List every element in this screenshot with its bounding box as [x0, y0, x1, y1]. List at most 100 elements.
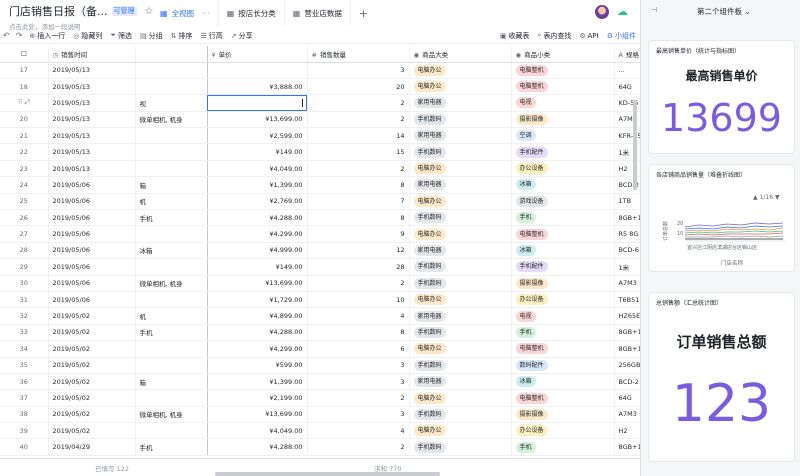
cell-quantity[interactable]: 6	[307, 340, 410, 358]
cell-quantity[interactable]: 3	[307, 373, 410, 391]
cell-subcategory[interactable]: 电视	[511, 307, 615, 325]
cell-product-name[interactable]	[135, 389, 208, 407]
cell-subcategory[interactable]: 空调	[511, 127, 615, 145]
cell-date[interactable]: 2019/05/13	[48, 160, 136, 178]
cell-subcategory[interactable]: 冰箱	[511, 176, 615, 194]
row-number[interactable]: 32	[0, 307, 49, 325]
cell-category[interactable]: 手机数码	[409, 324, 512, 342]
cell-subcategory[interactable]: 办公设备	[511, 291, 615, 309]
cell-product-name[interactable]	[135, 127, 208, 145]
cell-unit-price[interactable]: ¥4,299.00	[207, 225, 308, 243]
cell-category[interactable]: 手机数码	[409, 406, 512, 424]
cell-date[interactable]: 2019/05/06	[48, 258, 136, 276]
cell-quantity[interactable]: 3	[307, 357, 410, 374]
table-row[interactable]: 39 2019/05/02 ¥4,049.00 4 电脑办公 办公设备 H2	[0, 422, 640, 440]
cell-quantity[interactable]: 12	[307, 242, 410, 260]
row-number[interactable]: 26	[0, 209, 49, 227]
cell-date[interactable]: 2019/05/02	[48, 406, 136, 424]
tab-store-data[interactable]: ▦ 营业店数据	[285, 0, 351, 26]
table-row[interactable]: 31 2019/05/06 ¥1,729.00 10 电脑办公 办公设备 T6B51	[0, 291, 640, 309]
cell-date[interactable]: 2019/05/02	[48, 324, 136, 342]
cell-product-name[interactable]: 手机	[135, 438, 208, 456]
cell-date[interactable]: 2019/05/13	[48, 143, 136, 161]
cell-date[interactable]: 2019/05/02	[48, 340, 136, 358]
cell-product-name[interactable]	[135, 291, 208, 309]
table-row[interactable]: 26 2019/05/06 手机 ¥4,288.00 8 手机数码 手机 8GB+1	[0, 209, 640, 227]
table-row[interactable]: 24 2019/05/06 箱 ¥1,399.00 8 家用电器 冰箱 BCD-2	[0, 176, 640, 194]
hide-columns-button[interactable]: ◎ 隐藏列	[69, 31, 106, 41]
table-row[interactable]: 17 2019/05/13 3 电脑办公 电脑整机...	[0, 62, 640, 79]
add-view-icon[interactable]: +	[351, 7, 376, 20]
cell-date[interactable]: 2019/05/02	[48, 422, 136, 440]
horizontal-scrollbar[interactable]	[215, 472, 440, 476]
row-number[interactable]: 29	[0, 258, 49, 276]
cell-product-name[interactable]	[135, 422, 208, 440]
cell-unit-price[interactable]: ¥2,769.00	[207, 193, 308, 211]
cell-unit-price[interactable]: ¥4,288.00	[207, 324, 308, 342]
cell-subcategory[interactable]: 电视	[511, 94, 615, 112]
row-number[interactable]: ⠿ ⤢	[0, 94, 49, 112]
cell-quantity[interactable]: 8	[307, 324, 410, 342]
cell-unit-price[interactable]: ¥4,049.00	[207, 160, 308, 178]
cell-unit-price[interactable]: ¥3,888.00	[207, 78, 308, 96]
cell-product-name[interactable]: 箱	[135, 176, 208, 194]
cell-date[interactable]: 2019/05/02	[48, 373, 136, 391]
cell-category[interactable]: 电脑办公	[409, 422, 512, 440]
cell-spec[interactable]: T6B51	[614, 291, 640, 309]
cell-subcategory[interactable]: 冰箱	[511, 242, 615, 260]
cell-spec[interactable]: BCD-6	[614, 242, 640, 260]
cell-unit-price[interactable]: ¥13,699.00	[207, 111, 308, 129]
vertical-scrollbar[interactable]	[633, 100, 637, 190]
column-header-unit-price[interactable]: ¥ 单价	[207, 46, 308, 63]
cell-unit-price[interactable]: ¥4,049.00	[207, 422, 308, 440]
cell-unit-price[interactable]: ¥4,288.00	[207, 438, 308, 456]
row-number[interactable]: 33	[0, 324, 49, 342]
cell-quantity[interactable]: 15	[307, 143, 410, 161]
cell-quantity[interactable]: 2	[307, 438, 410, 456]
share-button[interactable]: ↗ 分享	[227, 31, 257, 41]
widget-button[interactable]: ⚙ 小组件	[603, 31, 640, 41]
cell-product-name[interactable]: 微单相机, 机身	[135, 275, 208, 292]
cell-subcategory[interactable]: 手机	[511, 209, 615, 227]
cell-product-name[interactable]: 微单相机, 机身	[135, 406, 208, 424]
cell-subcategory[interactable]: 数码配件	[511, 357, 615, 374]
cell-subcategory[interactable]: 手机	[511, 438, 615, 456]
cell-product-name[interactable]: 手机	[135, 324, 208, 342]
column-header-spec[interactable]: A 规格	[614, 46, 640, 63]
cell-unit-price[interactable]: ¥2,199.00	[207, 389, 308, 407]
cell-category[interactable]: 电脑办公	[409, 340, 512, 358]
row-number[interactable]: 20	[0, 111, 49, 129]
cell-subcategory[interactable]: 手机配件	[511, 143, 615, 161]
cell-subcategory[interactable]: 摄影摄像	[511, 275, 615, 292]
cell-quantity[interactable]: 14	[307, 127, 410, 145]
cell-product-name[interactable]: 机	[135, 193, 208, 211]
row-number[interactable]: 37	[0, 389, 49, 407]
row-number[interactable]: 27	[0, 225, 49, 243]
cell-spec[interactable]: H2	[614, 422, 640, 440]
cell-quantity[interactable]: 2	[307, 111, 410, 129]
cell-product-name[interactable]	[135, 357, 208, 374]
cell-subcategory[interactable]: 电脑整机	[511, 225, 615, 243]
column-header-category[interactable]: ◉ 商品大类	[409, 46, 512, 63]
avatar[interactable]	[595, 5, 609, 19]
cell-date[interactable]: 2019/05/02	[48, 389, 136, 407]
cell-quantity[interactable]: 3	[307, 62, 410, 79]
cell-date[interactable]: 2019/05/13	[48, 127, 136, 145]
table-row[interactable]: 28 2019/05/06 冰箱 ¥4,999.00 12 家用电器 冰箱 BCD-6	[0, 242, 640, 260]
table-row[interactable]: 37 2019/05/02 ¥2,199.00 2 电脑办公 电脑整机 64G	[0, 389, 640, 407]
cell-quantity[interactable]: 7	[307, 193, 410, 211]
cell-category[interactable]: 手机数码	[409, 143, 512, 161]
cell-category[interactable]: 电脑办公	[409, 389, 512, 407]
tab-all-view[interactable]: ▦ 全视图 ···	[152, 0, 219, 26]
cell-spec[interactable]: A7M3	[614, 406, 640, 424]
cell-quantity[interactable]: 4	[307, 422, 410, 440]
cell-unit-price[interactable]: ¥1,399.00	[207, 176, 308, 194]
cell-date[interactable]: 2019/05/06	[48, 242, 136, 260]
cell-spec[interactable]: 64G	[614, 389, 640, 407]
table-row[interactable]: 21 2019/05/13 ¥2,599.00 14 家用电器 空调 KFR-35	[0, 127, 640, 145]
cell-subcategory[interactable]: 摄影摄像	[511, 406, 615, 424]
cell-quantity[interactable]: 2	[307, 94, 410, 112]
undo-icon[interactable]: ↶	[0, 31, 13, 40]
cell-quantity[interactable]: 2	[307, 389, 410, 407]
cell-unit-price[interactable]: ¥4,299.00	[207, 340, 308, 358]
